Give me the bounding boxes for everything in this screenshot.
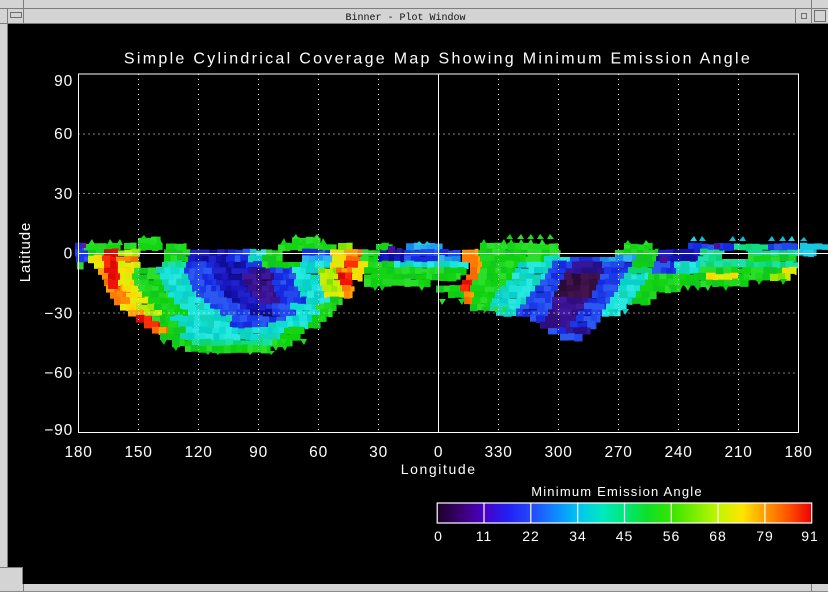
- svg-text:22: 22: [522, 528, 540, 544]
- svg-text:Minimum Emission Angle: Minimum Emission Angle: [531, 484, 703, 499]
- svg-text:210: 210: [724, 444, 752, 461]
- svg-text:240: 240: [664, 444, 692, 461]
- svg-text:0: 0: [64, 246, 73, 263]
- svg-text:180: 180: [64, 444, 92, 461]
- svg-text:Simple Cylindrical Coverage Ma: Simple Cylindrical Coverage Map Showing …: [124, 51, 752, 68]
- svg-text:30: 30: [54, 186, 73, 203]
- svg-text:Latitude: Latitude: [17, 222, 34, 283]
- svg-text:120: 120: [184, 444, 212, 461]
- svg-text:60: 60: [54, 126, 73, 143]
- svg-text:0: 0: [434, 528, 443, 544]
- svg-text:91: 91: [801, 528, 819, 544]
- svg-text:79: 79: [756, 528, 774, 544]
- svg-text:−30: −30: [44, 305, 73, 322]
- svg-text:180: 180: [784, 444, 812, 461]
- svg-text:60: 60: [309, 444, 328, 461]
- svg-text:150: 150: [124, 444, 152, 461]
- svg-text:90: 90: [249, 444, 268, 461]
- svg-text:330: 330: [484, 444, 512, 461]
- svg-text:56: 56: [663, 528, 681, 544]
- svg-text:−60: −60: [44, 365, 73, 382]
- svg-text:90: 90: [54, 73, 73, 90]
- svg-text:68: 68: [709, 528, 727, 544]
- svg-text:0: 0: [434, 444, 443, 461]
- svg-text:45: 45: [616, 528, 634, 544]
- svg-text:Longitude: Longitude: [401, 461, 477, 477]
- svg-text:300: 300: [544, 444, 572, 461]
- svg-text:−90: −90: [44, 422, 73, 439]
- svg-text:30: 30: [369, 444, 388, 461]
- svg-text:270: 270: [604, 444, 632, 461]
- svg-text:34: 34: [569, 528, 587, 544]
- svg-text:11: 11: [476, 528, 493, 544]
